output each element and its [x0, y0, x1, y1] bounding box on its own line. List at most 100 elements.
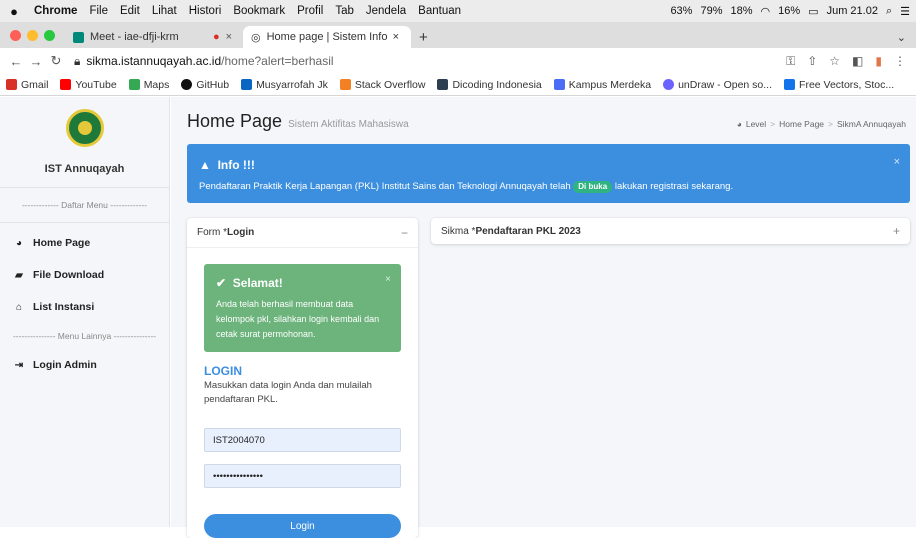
- university-logo[interactable]: [65, 109, 104, 147]
- undraw-icon: [663, 79, 675, 90]
- info-title: ▲ Info !!!: [199, 158, 255, 172]
- maps-icon: [128, 79, 140, 90]
- key-icon[interactable]: ⚿: [786, 54, 795, 69]
- forward-icon[interactable]: →: [26, 54, 46, 69]
- menu-app[interactable]: Chrome: [28, 5, 83, 17]
- expand-icon[interactable]: +: [893, 224, 900, 238]
- info-alert: ▲ Info !!! Pendaftaran Praktik Kerja Lap…: [187, 144, 910, 203]
- close-icon[interactable]: ×: [385, 274, 391, 285]
- bookmarks-bar: Gmail YouTube Maps GitHub Musyarrofah Jk…: [0, 74, 916, 96]
- menu-history[interactable]: Histori: [183, 5, 228, 17]
- page-title: Home Page: [187, 111, 283, 131]
- wifi-icon[interactable]: ◠: [761, 5, 771, 18]
- sidebar-item-login-admin[interactable]: ⇥ Login Admin: [0, 349, 169, 381]
- star-icon[interactable]: ☆: [829, 54, 840, 69]
- minimize-window-icon[interactable]: [27, 29, 38, 41]
- success-message: Anda telah berhasil membuat data kelompo…: [216, 299, 380, 339]
- cpu-usage: 18%: [730, 5, 753, 17]
- menu-profile[interactable]: Profil: [291, 5, 329, 17]
- sidebar-item-label: Home Page: [33, 237, 91, 249]
- network-usage: 79%: [700, 5, 723, 17]
- tachometer-icon: ◕: [15, 237, 23, 249]
- profile-icon[interactable]: ▮: [875, 54, 882, 69]
- sidebar-item-label: Login Admin: [33, 359, 97, 371]
- bookmark-linkedin[interactable]: Musyarrofah Jk: [241, 79, 328, 91]
- menu-file[interactable]: File: [83, 5, 114, 17]
- breadcrumb-current: SikmA Annuqayah: [837, 119, 906, 129]
- sidebar-item-file-download[interactable]: ▰ File Download: [0, 259, 169, 291]
- apple-icon[interactable]: ●: [0, 4, 28, 19]
- page-subtitle: Sistem Aktifitas Mahasiswa: [288, 119, 409, 130]
- menu-view[interactable]: Lihat: [146, 5, 183, 17]
- maximize-window-icon[interactable]: [44, 29, 55, 41]
- bookmark-kampus-merdeka[interactable]: Kampus Merdeka: [553, 79, 651, 91]
- section-daftar-menu: ------------- Daftar Menu -------------: [21, 200, 148, 210]
- breadcrumb-level[interactable]: Level: [746, 119, 766, 129]
- sign-in-icon: ⇥: [14, 359, 24, 371]
- recording-dot-icon: ●: [213, 31, 220, 43]
- tab-home[interactable]: ◎ Home page | Sistem Informasi ×: [243, 26, 411, 48]
- tab-recording[interactable]: ● ×: [205, 26, 243, 48]
- back-icon[interactable]: ←: [6, 54, 26, 69]
- tab-close-icon[interactable]: ×: [226, 31, 232, 43]
- new-tab-button[interactable]: +: [411, 26, 436, 48]
- brand-name: IST Annuqayah: [44, 163, 125, 175]
- clock[interactable]: Jum 21.02: [827, 5, 878, 17]
- tab-meet[interactable]: Meet - iae-dfji-krm: [65, 26, 205, 48]
- sidepanel-icon[interactable]: ◧: [852, 54, 863, 69]
- check-icon: ✔: [216, 276, 227, 290]
- bookmark-youtube[interactable]: YouTube: [60, 79, 117, 91]
- battery-percent[interactable]: 16%: [778, 5, 800, 17]
- share-icon[interactable]: ⇧: [807, 54, 817, 69]
- login-button[interactable]: Login: [204, 514, 401, 538]
- lock-icon[interactable]: 🔒︎: [74, 54, 80, 69]
- bookmark-dicoding[interactable]: Dicoding Indonesia: [437, 79, 542, 91]
- sidebar-item-label: List Instansi: [33, 301, 95, 313]
- close-window-icon[interactable]: [10, 29, 21, 41]
- macos-menubar: ● Chrome File Edit Lihat Histori Bookmar…: [0, 0, 916, 22]
- login-description: Masukkan data login Anda dan mulailah pe…: [204, 380, 372, 405]
- page-header: Home Page Sistem Aktifitas Mahasiswa: [187, 111, 409, 132]
- close-icon[interactable]: ×: [894, 156, 900, 168]
- status-badge: Di buka: [573, 181, 613, 193]
- sidebar-item-home-page[interactable]: ◕ Home Page: [0, 227, 169, 259]
- pkl-card-header: Sikma *Pendaftaran PKL 2023 +: [431, 218, 910, 244]
- dashboard-icon: ◕: [736, 119, 742, 129]
- sidebar-item-list-instansi[interactable]: ⌂ List Instansi: [0, 291, 169, 323]
- reload-icon[interactable]: ↻: [46, 53, 66, 69]
- globe-icon: ◎: [251, 31, 261, 44]
- url-field[interactable]: 🔒︎ sikma.istannuqayah.ac.id/home?alert=b…: [74, 54, 786, 69]
- login-card-title: Form *Login: [197, 227, 255, 238]
- username-input[interactable]: IST2004070: [204, 428, 401, 452]
- tab-close-icon[interactable]: ×: [393, 31, 399, 43]
- warning-icon: ▲: [199, 158, 211, 172]
- password-input[interactable]: •••••••••••••••: [204, 464, 401, 488]
- bookmark-github[interactable]: GitHub: [181, 79, 229, 91]
- info-message: Pendaftaran Praktik Kerja Lapangan (PKL)…: [199, 181, 734, 193]
- collapse-icon[interactable]: −: [401, 226, 408, 240]
- bookmark-maps[interactable]: Maps: [128, 79, 169, 91]
- bookmark-gmail[interactable]: Gmail: [6, 79, 48, 91]
- main-content: Home Page Sistem Aktifitas Mahasiswa ◕ L…: [171, 97, 916, 538]
- search-icon[interactable]: ⌕: [886, 5, 892, 18]
- youtube-icon: [60, 79, 72, 90]
- menu-bookmark[interactable]: Bookmark: [227, 5, 291, 17]
- menu-edit[interactable]: Edit: [114, 5, 146, 17]
- url-path: /home?alert=berhasil: [221, 54, 334, 68]
- github-icon: [181, 79, 193, 90]
- bookmark-stackoverflow[interactable]: Stack Overflow: [339, 79, 425, 91]
- section-menu-lainnya: --------------- Menu Lainnya -----------…: [12, 331, 157, 341]
- more-icon[interactable]: ⋮: [894, 54, 906, 69]
- tab-search-icon[interactable]: ⌄: [889, 26, 916, 48]
- menu-window[interactable]: Jendela: [360, 5, 412, 17]
- tab-meet-title: Meet - iae-dfji-krm: [90, 31, 179, 43]
- menu-tab[interactable]: Tab: [329, 5, 360, 17]
- login-card: Form *Login − ✔ Selamat! Anda telah berh…: [187, 218, 418, 538]
- breadcrumb-home[interactable]: Home Page: [779, 119, 824, 129]
- battery-icon[interactable]: ▭: [808, 5, 818, 18]
- bookmark-undraw[interactable]: unDraw - Open so...: [663, 79, 772, 91]
- bookmark-freepik[interactable]: Free Vectors, Stoc...: [784, 79, 894, 91]
- menu-help[interactable]: Bantuan: [412, 5, 467, 17]
- gmail-icon: [6, 79, 17, 90]
- control-center-icon[interactable]: ☰: [900, 5, 910, 18]
